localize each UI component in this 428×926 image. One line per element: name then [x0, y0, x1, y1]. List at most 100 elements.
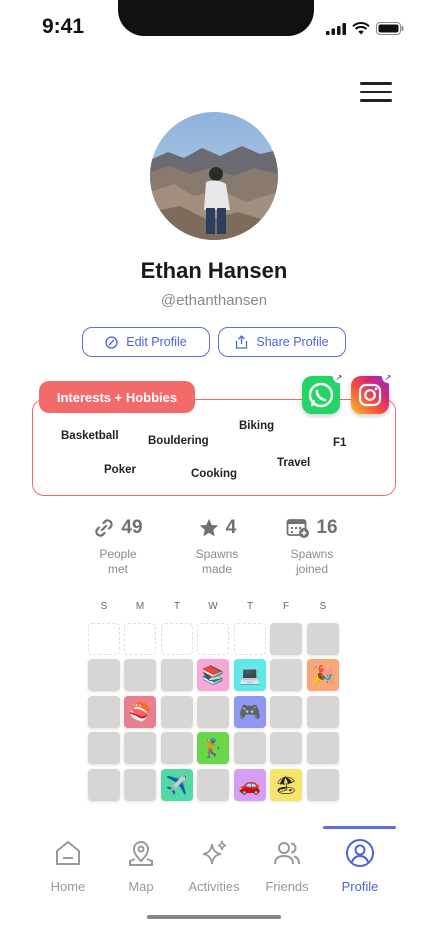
calendar-day[interactable]	[161, 732, 193, 764]
profile-icon	[346, 839, 374, 867]
active-tab-indicator	[323, 826, 396, 829]
calendar-day-laptop[interactable]: 💻	[234, 659, 266, 691]
calendar-day[interactable]	[234, 732, 266, 764]
tab-label: Activities	[188, 879, 240, 894]
calendar-day-books-laptop[interactable]: 📚	[197, 659, 229, 691]
stat-value: 49	[121, 517, 143, 538]
calendar-day[interactable]	[270, 696, 302, 728]
tab-map[interactable]: Map	[104, 838, 178, 894]
calendar-day[interactable]	[270, 659, 302, 691]
tab-label: Friends	[265, 879, 309, 894]
calendar-add-icon	[287, 519, 310, 538]
calendar-day[interactable]	[307, 769, 339, 801]
interest-tag: Travel	[277, 457, 311, 469]
car-icon: 🚗	[238, 775, 262, 795]
status-icons	[326, 22, 404, 35]
laptop-icon: 💻	[238, 665, 262, 685]
tab-label: Home	[50, 879, 86, 894]
interests-title: Interests + Hobbies	[39, 381, 195, 413]
calendar-day-party[interactable]: 🎉	[307, 659, 339, 691]
calendar-day[interactable]	[161, 659, 193, 691]
calendar-day-empty	[161, 623, 193, 655]
stat-spawns-made: 4 Spawns made	[167, 514, 267, 577]
calendar-day-empty	[197, 623, 229, 655]
calendar-day[interactable]	[307, 623, 339, 655]
calendar-day[interactable]	[124, 769, 156, 801]
edit-profile-button[interactable]: Edit Profile	[82, 327, 210, 357]
battery-icon	[376, 22, 404, 35]
edit-icon	[105, 335, 118, 349]
share-icon	[236, 335, 248, 349]
calendar-day[interactable]	[270, 732, 302, 764]
beach-icon: 🏖	[274, 775, 298, 795]
tab-friends[interactable]: Friends	[250, 838, 324, 894]
calendar-day[interactable]	[124, 732, 156, 764]
map-pin-icon	[129, 841, 153, 866]
tab-home[interactable]: Home	[31, 838, 105, 894]
menu-bar-icon	[360, 82, 392, 85]
calendar-day-sushi[interactable]: 🍣	[124, 696, 156, 728]
weekday-label: F	[282, 601, 290, 612]
party-icon: 🎉	[311, 665, 335, 685]
weekday-label: S	[100, 601, 108, 612]
calendar-day[interactable]	[88, 659, 120, 691]
share-profile-button[interactable]: Share Profile	[218, 327, 346, 357]
weekday-label: T	[173, 601, 181, 612]
calendar-day-plane[interactable]: ✈️	[161, 769, 193, 801]
calendar-day-empty	[124, 623, 156, 655]
calendar-day-car[interactable]: 🚗	[234, 769, 266, 801]
calendar-day-empty	[88, 623, 120, 655]
stat-label: People met	[99, 547, 137, 576]
avatar[interactable]	[150, 112, 278, 240]
share-profile-label: Share Profile	[256, 335, 329, 349]
calendar-day-empty	[234, 623, 266, 655]
interest-tag: Biking	[239, 420, 275, 432]
menu-button[interactable]	[360, 82, 392, 104]
golf-icon: 🏌	[201, 738, 225, 758]
calendar-day[interactable]	[270, 623, 302, 655]
status-bar: 9:41	[0, 0, 428, 50]
books-laptop-icon: 📚	[201, 665, 225, 685]
calendar-day-gamepad[interactable]: 🎮	[234, 696, 266, 728]
calendar-day[interactable]	[88, 696, 120, 728]
menu-bar-icon	[360, 90, 392, 93]
link-icon	[95, 519, 114, 537]
avatar-photo	[150, 112, 278, 240]
profile-handle: @ethanthansen	[160, 292, 268, 309]
calendar-day[interactable]	[197, 769, 229, 801]
interest-tag: Cooking	[191, 468, 237, 480]
weekday-label: M	[135, 601, 145, 612]
menu-bar-icon	[360, 99, 392, 102]
calendar-day[interactable]	[88, 769, 120, 801]
sparkles-icon	[202, 840, 227, 865]
interest-tag: F1	[333, 437, 347, 449]
calendar-day-beach[interactable]: 🏖	[270, 769, 302, 801]
tab-profile[interactable]: Profile	[323, 838, 397, 894]
weekday-label: S	[319, 601, 327, 612]
calendar-day[interactable]	[124, 659, 156, 691]
stat-value: 16	[316, 517, 338, 538]
friends-icon	[274, 842, 300, 865]
calendar-day[interactable]	[197, 696, 229, 728]
bottom-tab-bar: Home Map Activities Friends Profile	[0, 826, 428, 926]
instagram-link[interactable]: ↗	[351, 371, 394, 414]
stat-value: 4	[225, 517, 237, 538]
device-notch	[118, 0, 314, 36]
weekday-label: W	[208, 601, 218, 612]
stat-spawns-joined: 16 Spawns joined	[262, 514, 362, 577]
signal-icon	[326, 22, 346, 35]
wifi-icon	[352, 22, 370, 35]
calendar-day[interactable]	[161, 696, 193, 728]
external-link-icon: ↗	[382, 371, 394, 383]
calendar-day-golf[interactable]: 🏌	[197, 732, 229, 764]
calendar-day[interactable]	[88, 732, 120, 764]
home-icon	[56, 841, 80, 865]
interest-tag: Poker	[104, 464, 136, 476]
calendar-day[interactable]	[307, 732, 339, 764]
home-indicator	[147, 915, 281, 919]
whatsapp-link[interactable]: ↗	[302, 371, 345, 414]
tab-activities[interactable]: Activities	[177, 838, 251, 894]
stat-label: Spawns joined	[290, 547, 334, 576]
gamepad-icon: 🎮	[238, 702, 262, 722]
calendar-day[interactable]	[307, 696, 339, 728]
